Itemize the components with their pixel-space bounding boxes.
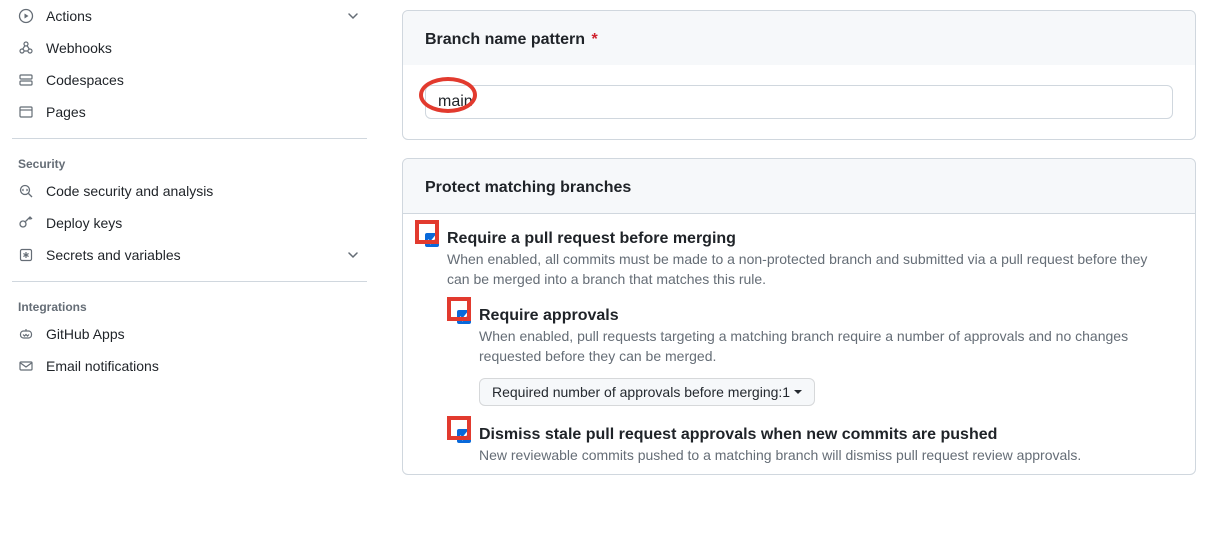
rule-title: Dismiss stale pull request approvals whe… (479, 426, 1173, 444)
branch-pattern-heading: Branch name pattern * (403, 11, 1195, 65)
sidebar-item-email-notifications[interactable]: Email notifications (8, 350, 371, 382)
sidebar-item-pages[interactable]: Pages (8, 96, 371, 128)
branch-pattern-input[interactable] (425, 85, 1173, 119)
sidebar-item-label: Actions (46, 8, 345, 24)
chevron-down-icon (345, 247, 361, 263)
sidebar-item-label: Email notifications (46, 358, 361, 374)
asterisk-box-icon (18, 247, 34, 263)
sidebar-divider (12, 281, 367, 282)
require-pr-checkbox[interactable] (425, 233, 439, 247)
approvals-dropdown-wrap: Required number of approvals before merg… (479, 378, 1195, 406)
required-approvals-dropdown[interactable]: Required number of approvals before merg… (479, 378, 815, 406)
protect-branches-box: Protect matching branches Require a pull… (402, 158, 1196, 475)
branch-name-pattern-box: Branch name pattern * (402, 10, 1196, 140)
rule-title: Require a pull request before merging (447, 230, 1173, 248)
hubot-icon (18, 326, 34, 342)
key-icon (18, 215, 34, 231)
sidebar-item-label: Pages (46, 104, 361, 120)
required-asterisk: * (592, 31, 598, 48)
caret-down-icon (794, 390, 802, 394)
sidebar-item-label: Codespaces (46, 72, 361, 88)
protect-branches-heading: Protect matching branches (403, 159, 1195, 214)
rule-dismiss-stale: Dismiss stale pull request approvals whe… (435, 422, 1195, 468)
sidebar-item-label: Webhooks (46, 40, 361, 56)
sidebar-item-codespaces[interactable]: Codespaces (8, 64, 371, 96)
rule-require-pr: Require a pull request before merging Wh… (403, 226, 1195, 291)
rule-desc: When enabled, pull requests targeting a … (479, 327, 1173, 366)
sidebar-item-actions[interactable]: Actions (8, 0, 371, 32)
branch-pattern-heading-text: Branch name pattern (425, 31, 585, 48)
search-code-icon (18, 183, 34, 199)
sidebar-item-secrets[interactable]: Secrets and variables (8, 239, 371, 271)
webhook-icon (18, 40, 34, 56)
sidebar-heading-security: Security (8, 149, 371, 175)
play-circle-icon (18, 8, 34, 24)
browser-icon (18, 104, 34, 120)
sidebar-item-code-security[interactable]: Code security and analysis (8, 175, 371, 207)
codespaces-icon (18, 72, 34, 88)
rule-require-approvals: Require approvals When enabled, pull req… (435, 303, 1195, 368)
sidebar-divider (12, 138, 367, 139)
dropdown-label-prefix: Required number of approvals before merg… (492, 384, 782, 400)
sidebar-item-deploy-keys[interactable]: Deploy keys (8, 207, 371, 239)
sidebar-item-github-apps[interactable]: GitHub Apps (8, 318, 371, 350)
sidebar-item-label: GitHub Apps (46, 326, 361, 342)
dropdown-value: 1 (782, 384, 790, 400)
sidebar-item-label: Code security and analysis (46, 183, 361, 199)
sidebar-item-webhooks[interactable]: Webhooks (8, 32, 371, 64)
rule-desc: New reviewable commits pushed to a match… (479, 446, 1173, 466)
rule-desc: When enabled, all commits must be made t… (447, 250, 1173, 289)
rule-title: Require approvals (479, 307, 1173, 325)
mail-icon (18, 358, 34, 374)
dismiss-stale-checkbox[interactable] (457, 429, 471, 443)
sidebar-item-label: Secrets and variables (46, 247, 345, 263)
require-approvals-checkbox[interactable] (457, 310, 471, 324)
chevron-down-icon (345, 8, 361, 24)
sidebar-item-label: Deploy keys (46, 215, 361, 231)
sidebar-heading-integrations: Integrations (8, 292, 371, 318)
